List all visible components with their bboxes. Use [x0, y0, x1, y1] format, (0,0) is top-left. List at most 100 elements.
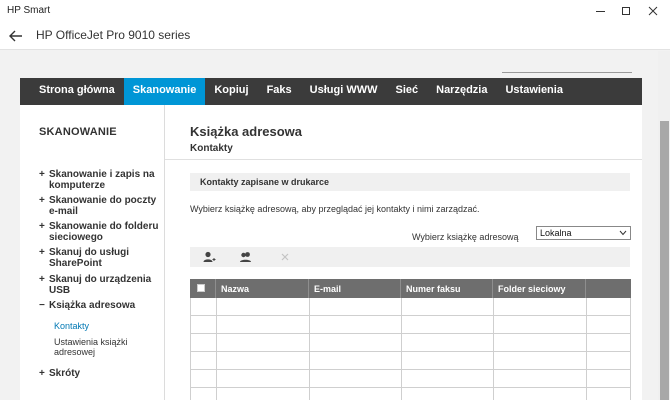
table-cell	[310, 316, 402, 333]
table-cell	[310, 334, 402, 351]
maximize-icon	[622, 7, 630, 15]
embedded-web-content: Strona główna Skanowanie Kopiuj Faks Usł…	[0, 51, 658, 400]
table-cell	[402, 316, 494, 333]
app-title: HP Smart	[7, 5, 51, 16]
app-header: HP OfficeJet Pro 9010 series	[0, 22, 670, 50]
add-group-button[interactable]	[239, 250, 253, 264]
main-nav: Strona główna Skanowanie Kopiuj Faks Usł…	[20, 78, 642, 105]
main-area: Książka adresowa Kontakty Kontakty zapis…	[165, 105, 642, 400]
printer-name: HP OfficeJet Pro 9010 series	[36, 28, 191, 42]
delete-contact-button[interactable]	[278, 250, 292, 264]
sidebar: SKANOWANIE + Skanowanie i zapis na kompu…	[20, 105, 165, 400]
column-header-fax[interactable]: Numer faksu	[401, 279, 493, 298]
divider	[165, 159, 642, 160]
column-header-folder[interactable]: Folder sieciowy	[493, 279, 586, 298]
select-all-cell	[190, 279, 216, 298]
sidebar-item-label: Skróty	[49, 368, 81, 379]
expand-icon: +	[39, 195, 45, 206]
sidebar-item-scan-to-sharepoint[interactable]: + Skanuj do usługi SharePoint	[39, 247, 163, 269]
maximize-button[interactable]	[614, 2, 638, 20]
sidebar-item-scan-to-email[interactable]: + Skanowanie do poczty e-mail	[39, 195, 163, 217]
chevron-down-icon	[619, 230, 627, 236]
expand-icon: +	[39, 274, 45, 285]
nav-item-tools[interactable]: Narzędzia	[427, 78, 496, 105]
table-cell	[310, 352, 402, 369]
nav-item-copy[interactable]: Kopiuj	[205, 78, 257, 105]
table-cell	[310, 298, 402, 315]
table-cell	[402, 388, 494, 400]
table-cell	[587, 316, 631, 333]
search-underline	[502, 72, 632, 73]
close-button[interactable]	[641, 2, 665, 20]
table-cell	[587, 334, 631, 351]
table-cell	[494, 388, 587, 400]
arrow-left-icon	[9, 30, 22, 42]
back-button[interactable]	[6, 26, 26, 46]
table-cell	[494, 370, 587, 387]
table-cell	[217, 298, 310, 315]
sidebar-item-scan-to-computer[interactable]: + Skanowanie i zapis na komputerze	[39, 169, 163, 191]
column-header-name[interactable]: Nazwa	[216, 279, 309, 298]
minimize-icon	[595, 10, 605, 12]
nav-item-settings[interactable]: Ustawienia	[496, 78, 571, 105]
window-titlebar: HP Smart	[0, 0, 670, 22]
table-cell	[587, 352, 631, 369]
add-contact-icon	[203, 251, 216, 262]
nav-item-web-services[interactable]: Usługi WWW	[301, 78, 387, 105]
sidebar-item-label: Skanowanie do poczty e-mail	[49, 195, 157, 217]
column-header-email[interactable]: E-mail	[309, 279, 401, 298]
table-row	[190, 334, 631, 352]
table-cell	[494, 298, 587, 315]
expand-icon: +	[39, 247, 45, 258]
table-cell	[494, 352, 587, 369]
sidebar-item-address-book[interactable]: − Książka adresowa	[39, 300, 163, 311]
table-cell	[494, 334, 587, 351]
sidebar-item-label: Skanuj do urządzenia USB	[49, 274, 152, 296]
sidebar-title: SKANOWANIE	[39, 126, 117, 138]
select-all-checkbox[interactable]	[197, 284, 205, 292]
table-cell	[310, 388, 402, 400]
add-contact-button[interactable]	[202, 250, 216, 264]
address-book-select-value: Lokalna	[540, 228, 572, 238]
nav-item-fax[interactable]: Faks	[258, 78, 301, 105]
table-cell	[587, 370, 631, 387]
table-cell	[402, 298, 494, 315]
nav-item-home[interactable]: Strona główna	[30, 78, 124, 105]
nav-item-network[interactable]: Sieć	[386, 78, 427, 105]
table-cell	[191, 334, 217, 351]
scrollbar-thumb[interactable]	[660, 121, 669, 400]
table-cell	[191, 298, 217, 315]
expand-icon: +	[39, 368, 45, 379]
collapse-icon: −	[39, 300, 45, 311]
expand-icon: +	[39, 169, 45, 180]
table-cell	[217, 316, 310, 333]
section-title: Kontakty zapisane w drukarce	[200, 177, 330, 187]
sidebar-subitem-contacts[interactable]: Kontakty	[54, 321, 154, 331]
description-text: Wybierz książkę adresową, aby przeglądać…	[190, 204, 480, 214]
sidebar-subitem-address-book-settings[interactable]: Ustawienia książki adresowej	[54, 337, 154, 357]
nav-item-scan[interactable]: Skanowanie	[123, 78, 206, 105]
sidebar-item-label: Skanuj do usługi SharePoint	[49, 247, 130, 269]
address-book-select[interactable]: Lokalna	[536, 226, 631, 240]
table-row	[190, 388, 631, 400]
table-cell	[402, 370, 494, 387]
table-row	[190, 352, 631, 370]
table-cell	[217, 352, 310, 369]
sidebar-item-shortcuts[interactable]: + Skróty	[39, 368, 163, 379]
table-row	[190, 298, 631, 316]
table-cell	[191, 388, 217, 400]
minimize-button[interactable]	[588, 2, 612, 20]
scrollbar[interactable]	[658, 51, 670, 400]
page-subtitle: Kontakty	[190, 143, 233, 154]
close-icon	[648, 6, 658, 16]
table-row	[190, 316, 631, 334]
table-cell	[191, 352, 217, 369]
section-header: Kontakty zapisane w drukarce	[190, 173, 630, 191]
table-header: Nazwa E-mail Numer faksu Folder sieciowy	[190, 279, 631, 298]
page-title: Książka adresowa	[190, 124, 303, 139]
table-cell	[217, 370, 310, 387]
table-body	[190, 298, 631, 400]
sidebar-item-scan-to-usb[interactable]: + Skanuj do urządzenia USB	[39, 274, 163, 296]
table-cell	[217, 334, 310, 351]
sidebar-item-scan-to-network-folder[interactable]: + Skanowanie do folderu sieciowego	[39, 221, 163, 243]
